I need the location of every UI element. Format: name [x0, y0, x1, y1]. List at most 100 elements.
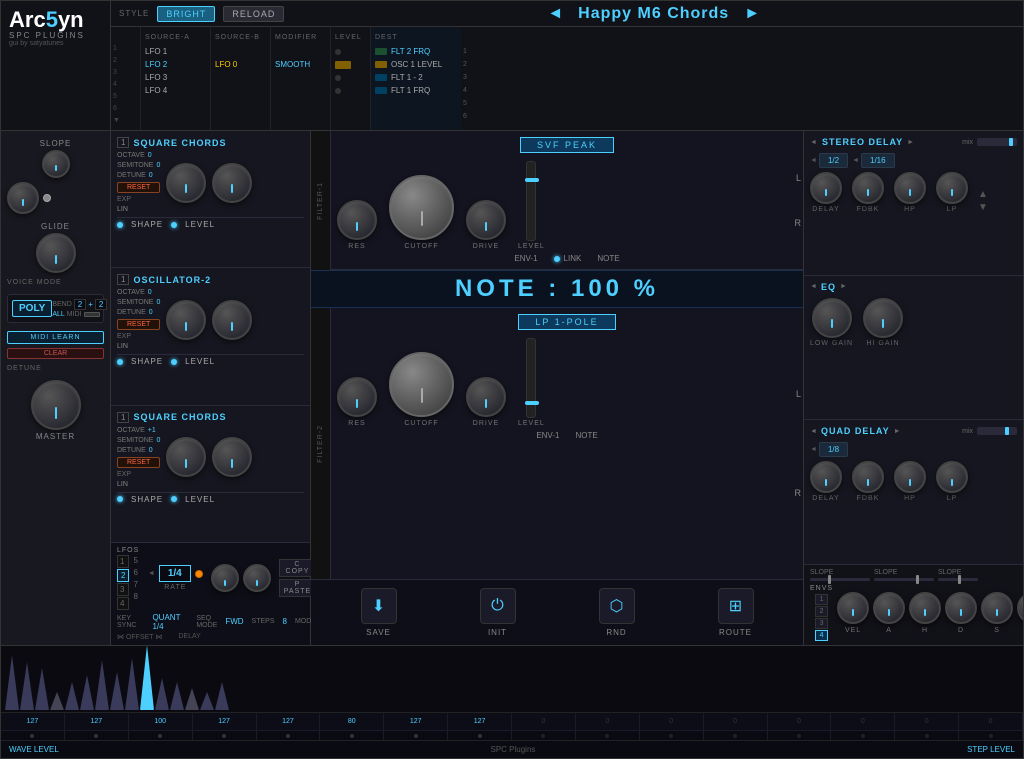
step-val-11[interactable]: 0 — [704, 713, 768, 730]
lfo-num-2[interactable]: 2 — [117, 569, 129, 582]
osc-2-reset[interactable]: RESET — [117, 319, 160, 330]
slope-slider-env[interactable] — [810, 578, 870, 581]
wave-bar-13[interactable] — [200, 692, 214, 710]
filter-2-drive-knob[interactable] — [466, 377, 506, 417]
rnd-button[interactable]: ⬡ RND — [599, 588, 635, 637]
step-indicator-4[interactable] — [257, 731, 321, 740]
lfo-num-5[interactable]: 5 — [131, 555, 139, 566]
wave-bar-11[interactable] — [170, 682, 184, 710]
slope-slider-env-2[interactable] — [874, 578, 934, 581]
low-gain-knob-ctrl[interactable] — [812, 298, 852, 338]
step-val-6[interactable]: 127 — [384, 713, 448, 730]
wave-bar-7[interactable] — [110, 672, 124, 710]
lfo-num-6[interactable]: 6 — [131, 567, 139, 578]
timing-btn-1a[interactable]: 1/2 — [819, 153, 848, 168]
main-slope-knob[interactable] — [7, 182, 39, 214]
filter-1-drive-knob[interactable] — [466, 200, 506, 240]
wave-bar-9[interactable] — [140, 646, 154, 710]
reload-button[interactable]: RELOAD — [223, 6, 284, 22]
step-indicator-5[interactable] — [320, 731, 384, 740]
hi-gain-knob-ctrl[interactable] — [863, 298, 903, 338]
osc-2-level-knob[interactable] — [212, 300, 252, 340]
step-val-12[interactable]: 0 — [768, 713, 832, 730]
timing-btn-3a[interactable]: 1/8 — [819, 442, 848, 457]
osc-1-level-knob[interactable] — [212, 163, 252, 203]
slope-knob[interactable] — [42, 150, 70, 178]
step-indicator-15[interactable] — [959, 731, 1023, 740]
env-tab-4[interactable]: 4 — [815, 630, 829, 641]
wave-bar-8[interactable] — [125, 658, 139, 710]
poly-button[interactable]: POLY — [12, 300, 52, 317]
step-val-10[interactable]: 0 — [640, 713, 704, 730]
wave-bar-1[interactable] — [20, 662, 34, 710]
step-indicator-11[interactable] — [704, 731, 768, 740]
mix-slider-3[interactable] — [977, 427, 1017, 435]
step-val-3[interactable]: 127 — [193, 713, 257, 730]
bright-button[interactable]: BRIGHT — [157, 6, 215, 22]
step-indicator-14[interactable] — [895, 731, 959, 740]
env-tab-1[interactable]: 1 — [815, 594, 829, 605]
lfo-delay-knob[interactable] — [243, 564, 271, 592]
step-val-4[interactable]: 127 — [257, 713, 321, 730]
filter-2-cutoff-knob[interactable] — [389, 352, 454, 417]
lp-knob-ctrl-3[interactable] — [936, 461, 968, 493]
step-indicator-8[interactable] — [512, 731, 576, 740]
step-indicator-0[interactable] — [1, 731, 65, 740]
d-knob[interactable] — [945, 592, 977, 624]
filter-1-res-knob[interactable] — [337, 200, 377, 240]
wave-bar-10[interactable] — [155, 678, 169, 710]
step-val-13[interactable]: 0 — [831, 713, 895, 730]
env-tab-2[interactable]: 2 — [815, 606, 829, 617]
mix-slider-1[interactable] — [977, 138, 1017, 146]
delay-knob-ctrl-1[interactable] — [810, 172, 842, 204]
step-indicator-13[interactable] — [831, 731, 895, 740]
wave-bar-0[interactable] — [5, 655, 19, 710]
wave-bar-5[interactable] — [80, 675, 94, 710]
master-knob[interactable] — [31, 380, 81, 430]
step-indicator-2[interactable] — [129, 731, 193, 740]
effect-1-up[interactable]: ▲ — [978, 189, 988, 200]
step-indicator-10[interactable] — [640, 731, 704, 740]
filter-2-level-slider[interactable] — [526, 338, 536, 418]
route-button[interactable]: ⊞ ROUTE — [718, 588, 754, 637]
midi-learn-button[interactable]: MIDI LEARN — [7, 331, 104, 344]
effect-1-down[interactable]: ▼ — [978, 202, 988, 213]
wave-bar-6[interactable] — [95, 660, 109, 710]
lfo-num-7[interactable]: 7 — [131, 579, 139, 590]
step-indicator-3[interactable] — [193, 731, 257, 740]
osc-2-shape-knob[interactable] — [166, 300, 206, 340]
filter-1-cutoff-knob[interactable] — [389, 175, 454, 240]
lp-knob-ctrl-1[interactable] — [936, 172, 968, 204]
step-val-5[interactable]: 80 — [320, 713, 384, 730]
osc-3-level-knob[interactable] — [212, 437, 252, 477]
step-val-8[interactable]: 0 — [512, 713, 576, 730]
filter-1-level-slider[interactable] — [526, 161, 536, 241]
wave-bar-3[interactable] — [50, 692, 64, 710]
wave-bar-12[interactable] — [185, 688, 199, 710]
delay-knob-ctrl-3[interactable] — [810, 461, 842, 493]
osc-1-shape-knob[interactable] — [166, 163, 206, 203]
lfo-offset-knob[interactable] — [211, 564, 239, 592]
fdbk-knob-ctrl-1[interactable] — [852, 172, 884, 204]
step-indicator-6[interactable] — [384, 731, 448, 740]
glide-knob[interactable] — [36, 233, 76, 273]
save-button[interactable]: ⬇ SAVE — [361, 588, 397, 637]
wave-bar-4[interactable] — [65, 682, 79, 710]
init-button[interactable]: ⏻ INIT — [480, 588, 516, 637]
vel-knob[interactable] — [837, 592, 869, 624]
osc-1-reset[interactable]: RESET — [117, 182, 160, 193]
fdbk-knob-ctrl-3[interactable] — [852, 461, 884, 493]
step-indicator-12[interactable] — [768, 731, 832, 740]
next-preset-button[interactable]: ► — [739, 5, 765, 23]
step-val-7[interactable]: 127 — [448, 713, 512, 730]
s-knob[interactable] — [981, 592, 1013, 624]
clear-button[interactable]: CLEAR — [7, 348, 104, 359]
hp-knob-ctrl-1[interactable] — [894, 172, 926, 204]
lfo-num-1[interactable]: 1 — [117, 555, 129, 568]
step-val-2[interactable]: 100 — [129, 713, 193, 730]
env-tab-3[interactable]: 3 — [815, 618, 829, 629]
step-indicator-9[interactable] — [576, 731, 640, 740]
slope-slider-env-3[interactable] — [938, 578, 978, 581]
step-indicator-1[interactable] — [65, 731, 129, 740]
step-val-0[interactable]: 127 — [1, 713, 65, 730]
